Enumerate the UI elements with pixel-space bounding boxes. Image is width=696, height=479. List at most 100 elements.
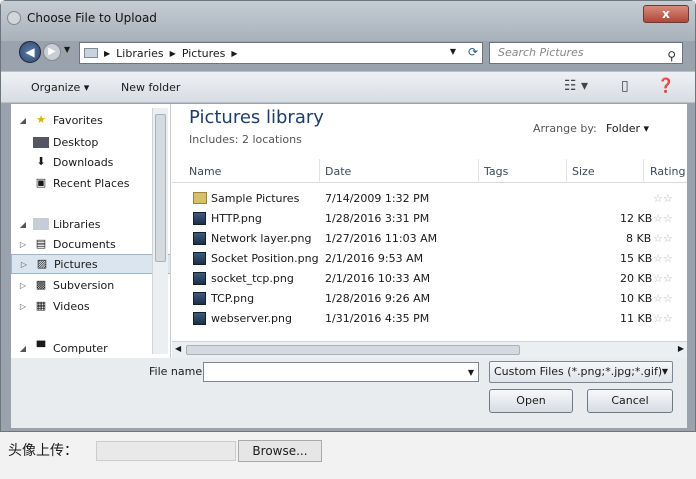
breadcrumb-pictures[interactable]: Pictures xyxy=(182,47,226,60)
nav-documents[interactable]: ▷ ▤ Documents xyxy=(11,234,170,254)
nav-libraries[interactable]: ◢ Libraries xyxy=(11,214,170,234)
upload-file-path-field[interactable] xyxy=(96,441,236,461)
view-options-icon[interactable]: ☷ ▾ xyxy=(564,78,588,94)
address-row: ◀ ▶ ▼ ▶ Libraries ▶ Pictures ▶ ▼ ⟳ Searc… xyxy=(1,41,695,69)
file-row[interactable]: webserver.png 1/31/2016 4:35 PM 11 KB ☆☆ xyxy=(172,309,687,329)
column-tags[interactable]: Tags xyxy=(484,165,508,178)
nav-videos-label: Videos xyxy=(53,299,90,313)
file-name: Socket Position.png xyxy=(211,252,319,265)
nav-subversion[interactable]: ▷ ▩ Subversion xyxy=(11,275,170,295)
column-date[interactable]: Date xyxy=(325,165,351,178)
nav-libraries-label: Libraries xyxy=(53,217,101,231)
folder-icon xyxy=(193,192,207,204)
expanded-arrow-icon[interactable]: ◢ xyxy=(17,116,29,125)
nav-videos[interactable]: ▷ ▦ Videos xyxy=(11,296,170,316)
nav-pictures[interactable]: ▷ ▨ Pictures xyxy=(11,254,170,274)
nav-favorites[interactable]: ◢ ★ Favorites xyxy=(11,110,170,130)
rating-stars-icon[interactable]: ☆☆ xyxy=(653,272,673,285)
new-folder-button[interactable]: New folder xyxy=(121,81,180,94)
search-icon[interactable]: ⚲ xyxy=(667,46,676,66)
avatar-upload-label: 头像上传： xyxy=(8,443,78,459)
file-upload-dialog: Choose File to Upload x ◀ ▶ ▼ ▶ Librarie… xyxy=(0,0,696,432)
arrange-by-label: Arrange by: xyxy=(533,122,597,135)
collapsed-arrow-icon[interactable]: ▷ xyxy=(18,260,30,269)
address-dropdown-icon[interactable]: ▼ xyxy=(450,47,456,56)
rating-stars-icon[interactable]: ☆☆ xyxy=(653,212,673,225)
browse-button[interactable]: Browse... xyxy=(238,440,322,462)
image-file-icon xyxy=(193,312,206,325)
back-button[interactable]: ◀ xyxy=(19,41,41,63)
column-divider[interactable] xyxy=(478,159,479,183)
collapsed-arrow-icon[interactable]: ▷ xyxy=(17,281,29,290)
nav-pictures-label: Pictures xyxy=(54,257,98,271)
nav-computer-label: Computer xyxy=(53,341,108,355)
file-row[interactable]: HTTP.png 1/28/2016 3:31 PM 12 KB ☆☆ xyxy=(172,209,687,229)
cancel-button[interactable]: Cancel xyxy=(587,389,673,413)
horizontal-scroll-thumb[interactable] xyxy=(186,345,520,355)
file-type-filter-select[interactable]: Custom Files (*.png;*.jpg;*.gif) ▼ xyxy=(489,361,673,383)
library-title: Pictures library xyxy=(189,107,324,128)
collapsed-arrow-icon[interactable]: ▷ xyxy=(17,302,29,311)
scroll-left-arrow-icon[interactable]: ◀ xyxy=(175,344,181,353)
file-row[interactable]: socket_tcp.png 2/1/2016 10:33 AM 20 KB ☆… xyxy=(172,269,687,289)
breadcrumb-separator-icon: ▶ xyxy=(169,48,176,58)
downloads-icon: ⬇ xyxy=(36,155,46,168)
pictures-icon: ▨ xyxy=(36,257,48,270)
rating-stars-icon[interactable]: ☆☆ xyxy=(653,192,673,205)
nav-desktop[interactable]: Desktop xyxy=(11,132,170,152)
file-name: Sample Pictures xyxy=(211,192,300,205)
library-includes[interactable]: Includes: 2 locations xyxy=(189,133,302,146)
file-row[interactable]: Sample Pictures 7/14/2009 1:32 PM ☆☆ xyxy=(172,189,687,209)
file-name-input[interactable]: ▼ xyxy=(203,362,479,382)
scroll-right-arrow-icon[interactable]: ▶ xyxy=(678,344,684,353)
horizontal-scrollbar[interactable]: ◀ ▶ xyxy=(172,341,687,358)
filter-dropdown-icon[interactable]: ▼ xyxy=(662,362,668,382)
file-name: HTTP.png xyxy=(211,212,262,225)
search-input[interactable]: Search Pictures ⚲ xyxy=(489,42,683,64)
column-rating[interactable]: Rating xyxy=(650,165,685,178)
nav-recent-places[interactable]: ▣ Recent Places xyxy=(11,173,170,193)
address-bar[interactable]: ▶ Libraries ▶ Pictures ▶ ▼ ⟳ xyxy=(79,42,483,64)
nav-desktop-label: Desktop xyxy=(53,135,99,149)
file-name: TCP.png xyxy=(211,292,255,305)
file-date: 1/27/2016 11:03 AM xyxy=(325,232,438,245)
nav-computer[interactable]: ◢ ▀ Computer xyxy=(11,338,170,358)
rating-stars-icon[interactable]: ☆☆ xyxy=(653,252,673,265)
column-name[interactable]: Name xyxy=(189,165,221,178)
rating-stars-icon[interactable]: ☆☆ xyxy=(653,312,673,325)
file-date: 2/1/2016 9:53 AM xyxy=(325,252,424,265)
column-divider[interactable] xyxy=(319,159,320,183)
breadcrumb-libraries[interactable]: Libraries xyxy=(116,47,164,60)
column-header-row: Name Date Tags Size Rating xyxy=(172,159,687,183)
column-size[interactable]: Size xyxy=(572,165,595,178)
file-row[interactable]: TCP.png 1/28/2016 9:26 AM 10 KB ☆☆ xyxy=(172,289,687,309)
nav-scrollbar[interactable] xyxy=(152,108,168,354)
expanded-arrow-icon[interactable]: ◢ xyxy=(17,220,29,229)
help-icon[interactable]: ❓ xyxy=(657,78,674,94)
file-size: 8 KB xyxy=(626,232,652,245)
image-file-icon xyxy=(193,212,206,225)
recent-pages-dropdown-icon[interactable]: ▼ xyxy=(64,45,70,54)
rating-stars-icon[interactable]: ☆☆ xyxy=(653,292,673,305)
expanded-arrow-icon[interactable]: ◢ xyxy=(17,344,29,353)
preview-pane-icon[interactable]: ▯ xyxy=(621,78,629,94)
column-divider[interactable] xyxy=(566,159,567,183)
forward-button[interactable]: ▶ xyxy=(43,43,61,61)
nav-downloads[interactable]: ⬇ Downloads xyxy=(11,152,170,172)
file-row[interactable]: Socket Position.png 2/1/2016 9:53 AM 15 … xyxy=(172,249,687,269)
organize-button[interactable]: Organize ▾ xyxy=(31,81,89,94)
open-button[interactable]: Open xyxy=(489,389,573,413)
column-divider[interactable] xyxy=(643,159,644,183)
arrange-by-dropdown[interactable]: Folder ▾ xyxy=(606,122,649,135)
app-icon xyxy=(7,11,21,25)
file-name-dropdown-icon[interactable]: ▼ xyxy=(468,368,474,377)
videos-icon: ▦ xyxy=(35,299,47,312)
close-button[interactable]: x xyxy=(643,5,689,23)
window-title: Choose File to Upload xyxy=(27,11,157,25)
nav-scroll-thumb[interactable] xyxy=(155,114,166,262)
rating-stars-icon[interactable]: ☆☆ xyxy=(653,232,673,245)
collapsed-arrow-icon[interactable]: ▷ xyxy=(17,240,29,249)
breadcrumb-separator-icon: ▶ xyxy=(104,48,111,58)
file-row[interactable]: Network layer.png 1/27/2016 11:03 AM 8 K… xyxy=(172,229,687,249)
refresh-icon[interactable]: ⟳ xyxy=(468,45,478,59)
